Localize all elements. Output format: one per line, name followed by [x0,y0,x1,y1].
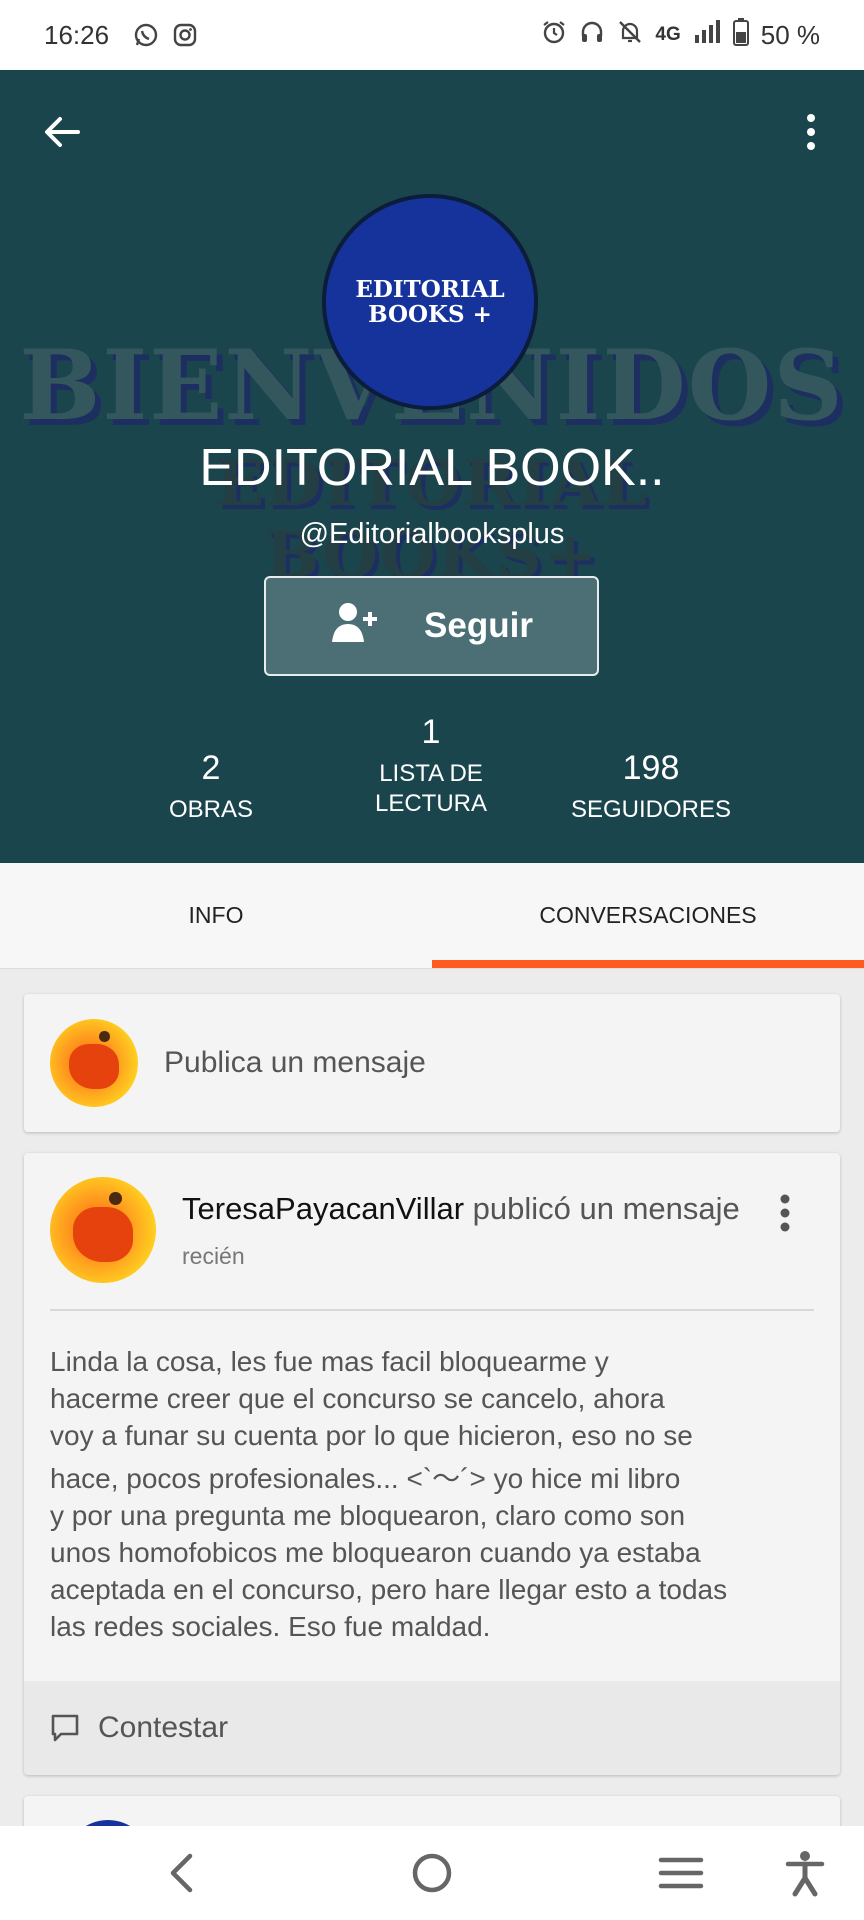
system-nav-bar [0,1826,864,1920]
status-time: 16:26 [44,19,110,50]
tab-info[interactable]: INFO [0,863,432,968]
current-user-avatar [50,1019,138,1107]
post-more-options-icon[interactable] [770,1189,800,1237]
conversation-post: TeresaPayacanVillar publicó un mensaje r… [24,1153,840,1775]
more-options-icon[interactable] [796,110,826,154]
instagram-icon [173,23,197,47]
network-type: 4G [655,24,681,45]
battery-icon [732,17,749,53]
alarm-icon [541,19,567,52]
post-body-line: las redes sociales. Eso fue maldad. [50,1611,491,1642]
profile-header: BIENVENIDOS EDITORIAL BOOKS+ EDITORIAL B… [0,70,864,863]
post-body-line: voy a funar su cuenta por lo que hiciero… [50,1420,693,1451]
mute-icon [617,19,643,52]
back-arrow-icon[interactable] [40,110,84,154]
status-bar: 16:26 4G 50 % [0,0,864,70]
nav-back-icon[interactable] [158,1848,208,1898]
follow-label: Seguir [424,606,533,645]
nav-recents-icon[interactable] [656,1848,706,1898]
post-body-line: Linda la cosa, les fue mas facil bloquea… [50,1346,609,1377]
avatar-text-line-2: BOOKS + [368,301,492,328]
post-body-line: y por una pregunta me bloquearon, claro … [50,1500,686,1531]
headphones-icon [579,19,605,52]
profile-tabs: INFO CONVERSACIONES [0,863,864,969]
nav-home-icon[interactable] [407,1848,457,1898]
stat-followers-value: 198 [622,749,680,787]
post-body-line: aceptada en el concurso, pero hare llega… [50,1574,728,1605]
message-composer[interactable]: Publica un mensaje [24,994,840,1132]
stat-works-value: 2 [201,749,221,787]
stat-works[interactable]: 2 OBRAS [101,751,321,825]
avatar-text-line-1: EDITORIAL [355,275,505,303]
post-body-line: hacerme creer que el concurso se cancelo… [50,1383,665,1414]
post-author-avatar[interactable] [50,1177,156,1283]
profile-name: EDITORIAL BOOK.. [199,439,665,497]
profile-stats: 2 OBRAS 1 LISTA DE LECTURA 198 SEGUIDORE… [0,715,864,835]
post-header: TeresaPayacanVillar publicó un mensaje [182,1191,740,1227]
accessibility-icon[interactable] [780,1848,830,1898]
battery-level: 50 % [760,19,820,50]
follow-button[interactable]: Seguir [264,576,599,676]
post-body: Linda la cosa, les fue mas facil bloquea… [50,1343,830,1645]
stat-works-label: OBRAS [168,796,254,823]
post-action: publicó un mensaje [472,1191,740,1226]
reply-button[interactable]: Contestar [24,1681,840,1775]
stat-reading-list-value: 1 [421,713,441,751]
profile-handle: @Editorialbooksplus [299,518,565,550]
stat-reading-list-label: LISTA DE LECTURA [374,760,488,817]
signal-icon [693,19,721,52]
add-user-icon [330,600,382,653]
tab-conversations[interactable]: CONVERSACIONES [432,863,864,968]
comment-icon [50,1713,80,1743]
post-divider [50,1309,814,1311]
whatsapp-icon [133,22,159,48]
stat-followers[interactable]: 198 SEGUIDORES [541,751,761,825]
post-timestamp: recién [182,1243,245,1269]
post-body-line: unos homofobicos me bloquearon cuando ya… [50,1537,701,1568]
post-author[interactable]: TeresaPayacanVillar [182,1191,464,1226]
reply-label: Contestar [98,1711,229,1744]
stat-reading-list[interactable]: 1 LISTA DE LECTURA [321,715,541,819]
profile-avatar: EDITORIAL BOOKS + [322,194,538,410]
composer-placeholder: Publica un mensaje [164,1046,426,1079]
stat-followers-label: SEGUIDORES [570,796,732,823]
post-body-line: hace, pocos profesionales... <`〜´> yo hi… [50,1463,681,1494]
